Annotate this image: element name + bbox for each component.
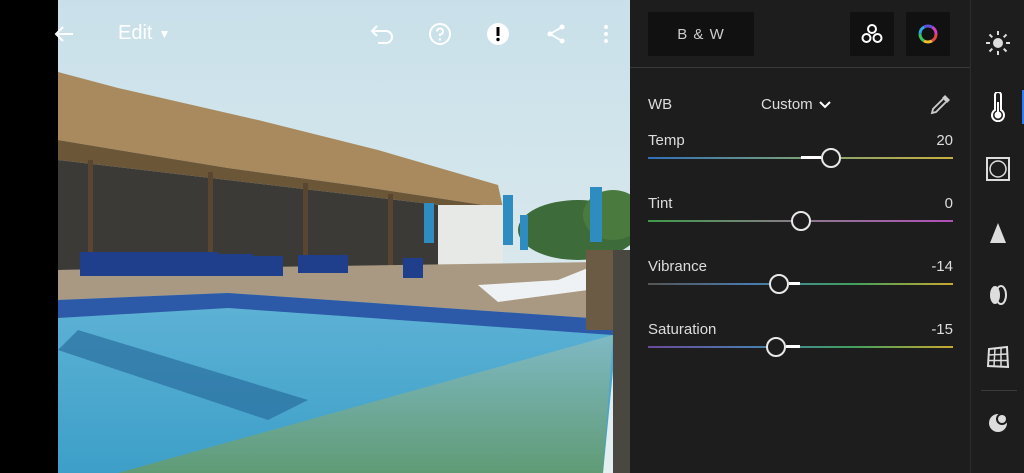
rail-effects[interactable] [971,146,1024,192]
rail-optics[interactable] [971,272,1024,318]
photo-canvas[interactable] [58,0,630,473]
wb-preset-dropdown[interactable]: Custom [761,96,831,113]
vibrance-thumb[interactable] [769,274,790,294]
undo-icon [370,25,393,44]
help-button[interactable] [426,20,454,48]
white-balance-row: WB Custom [648,92,953,118]
tint-slider[interactable]: Tint 0 [648,195,953,245]
chevron-down-icon [818,100,831,108]
color-wheel-icon [918,24,938,44]
help-icon [429,23,451,45]
light-icon [986,31,1010,55]
temp-slider[interactable]: Temp 20 [648,132,953,182]
edit-mode-dropdown[interactable]: Edit ▼ [118,22,170,45]
tint-label: Tint [648,195,673,212]
eyedropper-icon[interactable] [929,92,953,116]
back-arrow-icon [54,26,73,42]
black-white-button[interactable]: B & W [648,12,754,56]
color-grading-button[interactable] [906,12,950,56]
tools-rail [970,0,1024,473]
color-temperature-icon [991,92,1005,122]
detail-icon [990,223,1006,243]
more-vertical-icon [604,25,608,43]
wb-preset-value: Custom [761,96,813,113]
black-white-label: B & W [677,25,725,43]
saturation-fill [786,345,801,348]
color-mix-button[interactable] [850,12,894,56]
rail-geometry[interactable] [971,334,1024,380]
vibrance-slider[interactable]: Vibrance -14 [648,258,953,308]
color-adjust-panel: B & W WB Custom Temp 20 Tint 0 Vibrance … [630,0,970,473]
photo-image [58,0,630,473]
saturation-value: -15 [931,321,953,338]
rail-light[interactable] [971,20,1024,66]
temp-value: 20 [936,132,953,149]
saturation-thumb[interactable] [766,337,787,357]
color-mix-icon [861,24,883,43]
edit-mode-label: Edit [118,22,153,44]
selective-icon [989,413,1008,432]
left-margin [0,0,58,473]
tint-thumb[interactable] [790,211,811,231]
share-icon [547,24,565,44]
optics-icon [990,285,1007,305]
wb-label: WB [648,96,673,113]
saturation-track [648,346,953,348]
vibrance-track [648,283,953,285]
vibrance-label: Vibrance [648,258,707,275]
panel-header: B & W [630,0,970,68]
tint-value: 0 [944,195,953,212]
chevron-down-icon: ▼ [158,26,171,41]
temp-fill [800,156,821,159]
rail-color[interactable] [971,84,1024,130]
temp-thumb[interactable] [821,148,841,168]
alert-button[interactable] [484,20,512,48]
geometry-icon [986,345,1010,369]
rail-selective[interactable] [971,400,1024,446]
rail-divider [981,390,1017,391]
undo-button[interactable] [368,20,396,48]
back-button[interactable] [50,20,78,48]
share-button[interactable] [542,20,570,48]
vibrance-value: -14 [931,258,953,275]
rail-detail[interactable] [971,210,1024,256]
saturation-slider[interactable]: Saturation -15 [648,321,953,371]
temp-label: Temp [648,132,685,149]
effects-icon [986,157,1010,181]
vibrance-fill [789,282,801,285]
top-toolbar: Edit ▼ [0,0,630,70]
more-options-button[interactable] [592,20,620,48]
exclamation-icon [487,23,509,45]
saturation-label: Saturation [648,321,717,338]
